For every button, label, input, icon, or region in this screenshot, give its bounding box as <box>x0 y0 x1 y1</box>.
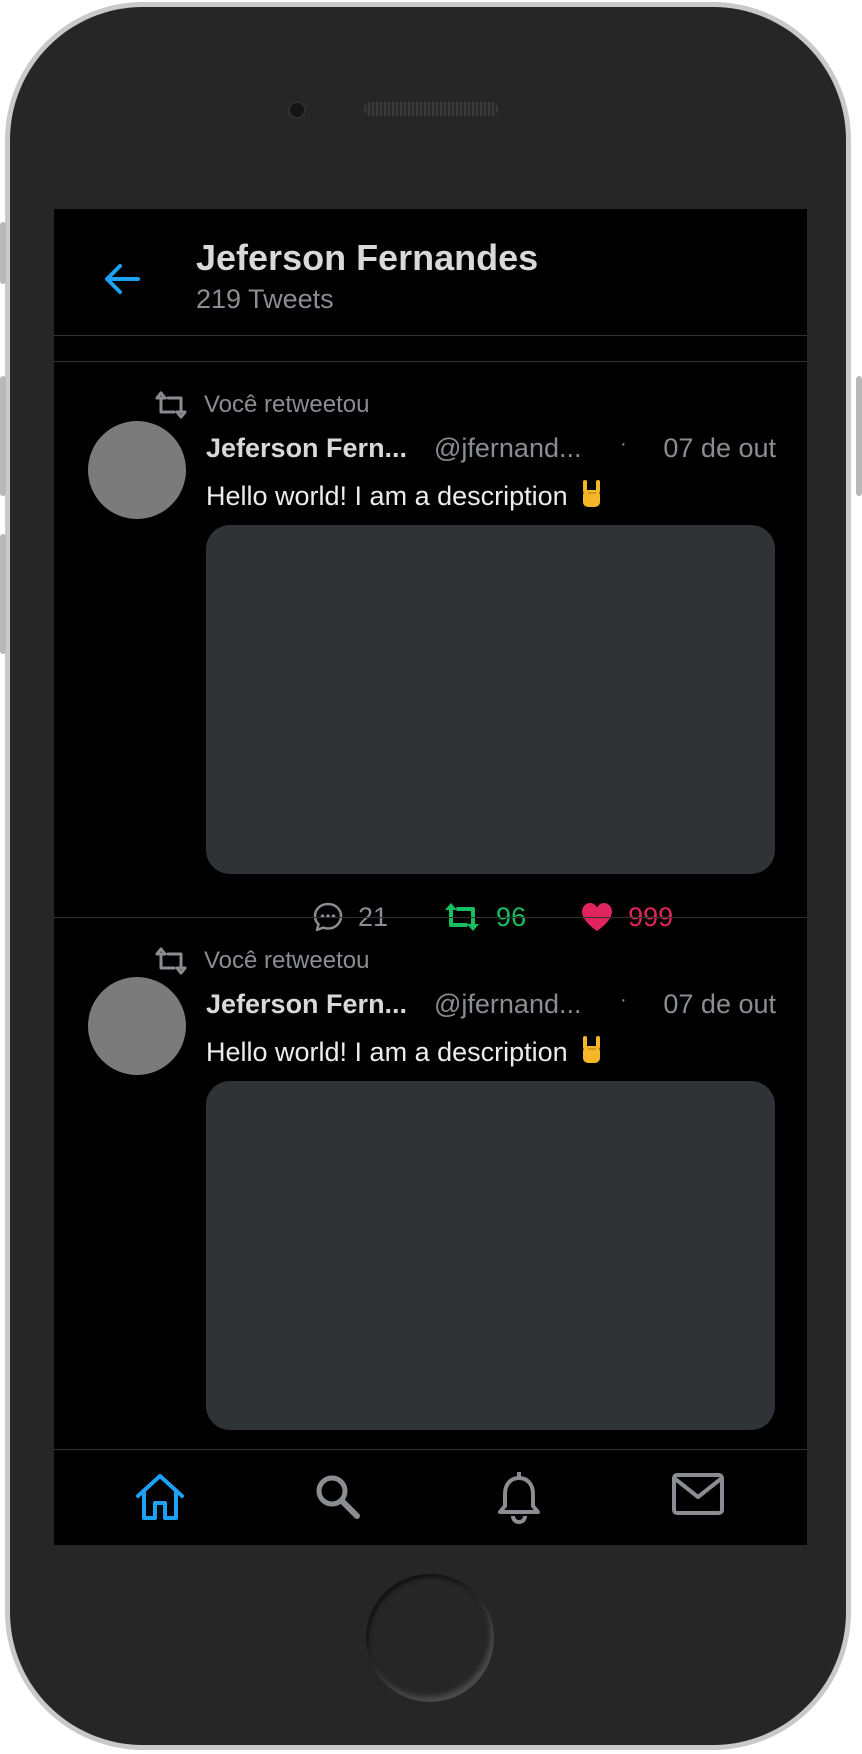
author-handle[interactable]: @jfernand... <box>434 989 598 1020</box>
mail-icon <box>672 1473 724 1515</box>
tweet-text: Hello world! I am a description 🤘 <box>206 1035 603 1068</box>
tweet-divider <box>54 917 807 918</box>
retweet-label: Você retweetou <box>204 391 370 418</box>
tweet-text-content: Hello world! I am a description <box>206 1037 568 1067</box>
tweet-count: 219 Tweets <box>196 284 334 314</box>
tab-notifications[interactable] <box>494 1472 552 1524</box>
tweet-card[interactable]: Você retweetou Jeferson Fern... @jfernan… <box>54 945 807 1465</box>
tweet-date[interactable]: 07 de out <box>663 433 776 464</box>
tab-search[interactable] <box>313 1472 371 1524</box>
retweet-icon <box>155 391 187 419</box>
bottom-tab-bar <box>54 1449 807 1545</box>
profile-name: Jeferson Fernandes <box>196 237 539 278</box>
retweet-indicator: Você retweetou <box>154 389 369 421</box>
author-name[interactable]: Jeferson Fern... <box>206 433 422 464</box>
avatar[interactable] <box>88 977 186 1075</box>
mute-switch <box>0 222 6 284</box>
back-arrow-icon[interactable] <box>100 257 144 301</box>
home-hardware-button[interactable] <box>366 1574 494 1702</box>
volume-down-button <box>0 534 6 654</box>
tweet-media[interactable] <box>206 1081 775 1430</box>
tweet-media[interactable] <box>206 525 775 874</box>
tab-messages[interactable] <box>671 1472 729 1524</box>
tweet-text-content: Hello world! I am a description <box>206 481 568 511</box>
tweet-date[interactable]: 07 de out <box>663 989 776 1020</box>
rock-hand-emoji-icon: 🤘 <box>583 480 601 507</box>
profile-header: Jeferson Fernandes 219 Tweets <box>54 209 807 336</box>
tab-home[interactable] <box>134 1472 192 1524</box>
rock-hand-emoji-icon: 🤘 <box>583 1036 601 1063</box>
tweet-card[interactable]: Você retweetou Jeferson Fern... @jfernan… <box>54 389 807 932</box>
volume-up-button <box>0 376 6 496</box>
app-screen: Jeferson Fernandes 219 Tweets Você retwe… <box>54 209 807 1545</box>
power-button <box>856 376 862 496</box>
retweet-indicator: Você retweetou <box>154 945 369 977</box>
tweet-text: Hello world! I am a description 🤘 <box>206 479 603 512</box>
earpiece-speaker <box>364 102 498 116</box>
meta-separator: · <box>620 433 627 455</box>
tweet-meta: Jeferson Fern... @jfernand... · 07 de ou… <box>206 433 776 471</box>
retweet-icon <box>155 947 187 975</box>
search-icon <box>316 1475 360 1519</box>
home-icon <box>136 1474 184 1520</box>
bell-icon <box>498 1472 540 1524</box>
feed-divider <box>54 361 807 362</box>
avatar[interactable] <box>88 421 186 519</box>
front-camera <box>288 101 306 119</box>
tweet-meta: Jeferson Fern... @jfernand... · 07 de ou… <box>206 989 776 1027</box>
author-handle[interactable]: @jfernand... <box>434 433 598 464</box>
meta-separator: · <box>620 989 627 1011</box>
author-name[interactable]: Jeferson Fern... <box>206 989 422 1020</box>
retweet-label: Você retweetou <box>204 947 370 974</box>
